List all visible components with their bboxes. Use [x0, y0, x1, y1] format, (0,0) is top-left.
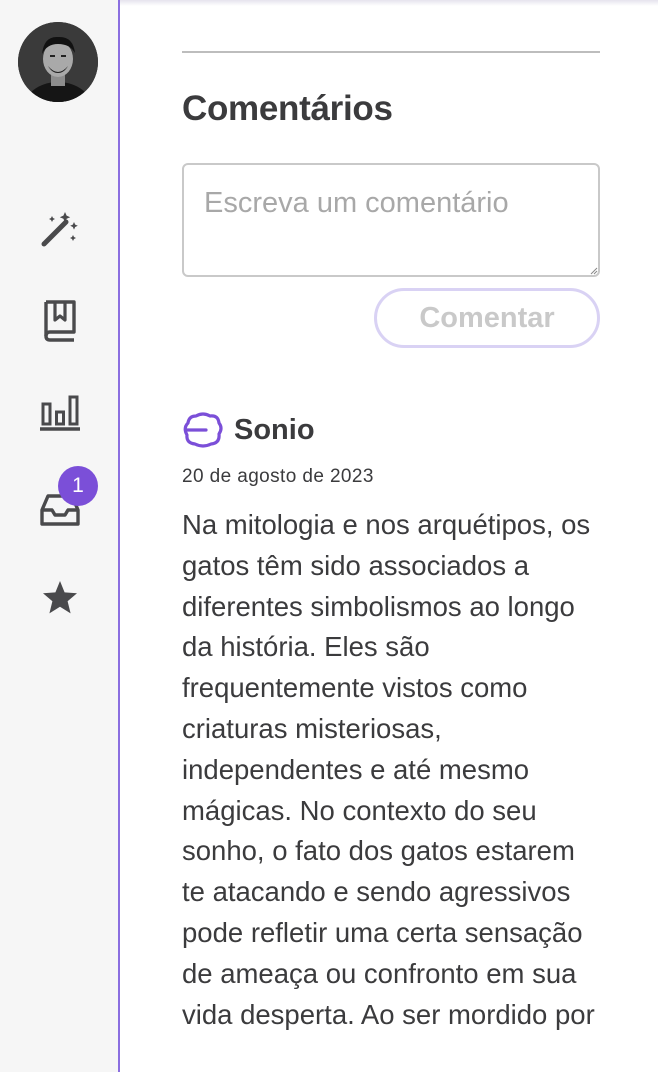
comment-input[interactable]	[182, 163, 600, 277]
star-icon	[43, 581, 77, 614]
book-bookmark-icon	[44, 300, 76, 342]
magic-wand-icon	[41, 212, 78, 247]
comment-submit-button[interactable]: Comentar	[374, 288, 600, 348]
nav-stats[interactable]	[34, 386, 86, 438]
sonio-logo-icon	[183, 412, 223, 448]
nav-magic[interactable]	[34, 202, 86, 254]
inbox-badge: 1	[58, 466, 98, 506]
comments-title: Comentários	[182, 89, 393, 128]
comment-text: Na mitologia e nos arquétipos, os gatos …	[182, 509, 595, 1030]
avatar-photo-icon	[18, 22, 98, 102]
header-shadow	[120, 0, 658, 6]
comment-date: 20 de agosto de 2023	[182, 466, 374, 487]
nav-library[interactable]	[34, 294, 86, 346]
author-name[interactable]: Sonio	[234, 414, 315, 447]
sidebar: 1	[0, 0, 120, 1072]
user-avatar[interactable]	[18, 22, 98, 102]
section-divider	[182, 51, 600, 53]
nav-favorites[interactable]	[34, 572, 86, 624]
bar-chart-icon	[40, 395, 80, 431]
resize-handle-icon[interactable]	[590, 267, 598, 275]
comment-author: Sonio	[182, 410, 315, 450]
